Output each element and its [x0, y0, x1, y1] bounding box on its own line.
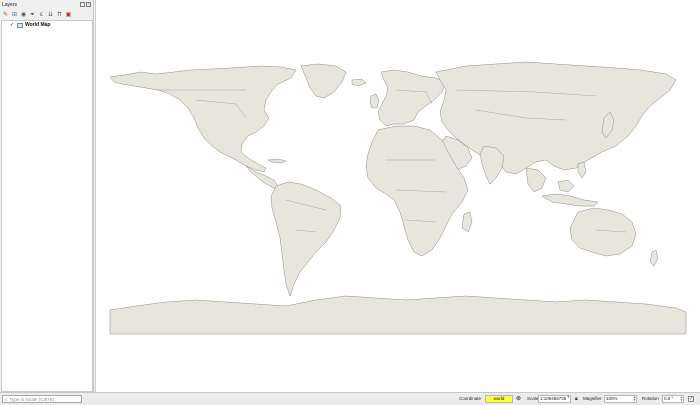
island-great-britain [369, 93, 380, 109]
manage-themes-icon[interactable]: ◉ [20, 11, 27, 18]
layers-toolbar: ✎ ⊞ ◉ ⏷ ε ⇊ ⇈ ▣ [0, 9, 93, 19]
render-checkbox[interactable]: ✓ [688, 396, 694, 402]
rotation-label: Rotation [642, 396, 659, 401]
layer-visibility-checkbox[interactable]: ✓ [10, 22, 15, 28]
island-iceland [351, 78, 367, 87]
continent-australia [569, 207, 637, 257]
collapse-all-icon[interactable]: ⇈ [56, 11, 63, 18]
continent-north-america [109, 65, 297, 173]
layer-symbol-swatch [17, 22, 23, 28]
rotation-spinbox[interactable]: 0.0 ° ▲ ▼ [662, 395, 684, 403]
island-borneo [557, 179, 575, 193]
layer-name: World Map [25, 22, 51, 28]
chevron-down-icon: ▼ [567, 395, 570, 399]
expand-all-icon[interactable]: ⇊ [47, 11, 54, 18]
continent-asia [435, 61, 677, 175]
scale-combobox[interactable]: 1:109458736 ▼ [538, 395, 571, 403]
layers-panel-title: Layers [2, 1, 18, 8]
lock-scale-icon[interactable]: 🔒︎ [575, 395, 581, 403]
world-map [109, 61, 687, 335]
rotation-value: 0.0 ° [664, 396, 674, 401]
layer-item-world-map[interactable]: ✓ World Map [2, 21, 92, 29]
layers-tree: ✓ World Map [1, 20, 93, 392]
scale-label: Scale [527, 396, 539, 401]
continent-antarctica [109, 295, 687, 335]
layers-panel-title-bar: Layers ▫ × [0, 0, 93, 9]
remove-layer-icon[interactable]: ▣ [65, 11, 72, 18]
coordinate-input[interactable]: world [485, 395, 513, 403]
island-madagascar [461, 211, 473, 233]
scale-value: 1:109458736 [540, 396, 567, 401]
filter-legend-icon[interactable]: ⏷ [29, 11, 36, 18]
search-icon: ⌕ [5, 396, 8, 402]
island-cuba [267, 158, 287, 164]
island-greenland [300, 63, 347, 99]
map-canvas[interactable] [95, 0, 700, 392]
locator-search[interactable]: ⌕ Type to locate (Ctrl+K) [2, 395, 82, 403]
coordinate-label: Coordinate [459, 396, 482, 401]
spin-arrows-icon[interactable]: ▲ ▼ [633, 396, 636, 402]
close-panel-button[interactable]: × [86, 2, 91, 7]
magnifier-value: 100% [606, 396, 618, 401]
islands-philippines [577, 161, 587, 179]
islands-indonesia [541, 193, 599, 207]
style-manager-icon[interactable]: ✎ [2, 11, 9, 18]
float-panel-button[interactable]: ▫ [80, 2, 85, 7]
region-southeast-asia [525, 167, 547, 193]
filter-by-expression-icon[interactable]: ε [38, 11, 45, 18]
toggle-extents-icon[interactable]: ⊗ [516, 395, 523, 403]
status-bar: ⌕ Type to locate (Ctrl+K) Coordinate wor… [0, 392, 700, 405]
layers-panel: Layers ▫ × ✎ ⊞ ◉ ⏷ ε ⇊ ⇈ ▣ ✓ World Map [0, 0, 94, 392]
add-group-icon[interactable]: ⊞ [11, 11, 18, 18]
locator-placeholder: Type to locate (Ctrl+K) [9, 396, 55, 402]
panel-window-buttons: ▫ × [80, 2, 91, 7]
spin-arrows-icon[interactable]: ▲ ▼ [680, 396, 683, 402]
magnifier-label: Magnifier [583, 396, 602, 401]
continent-south-america [270, 181, 342, 297]
continent-europe [377, 69, 447, 127]
magnifier-spinbox[interactable]: 100% ▲ ▼ [604, 395, 637, 403]
island-new-zealand [649, 249, 659, 267]
